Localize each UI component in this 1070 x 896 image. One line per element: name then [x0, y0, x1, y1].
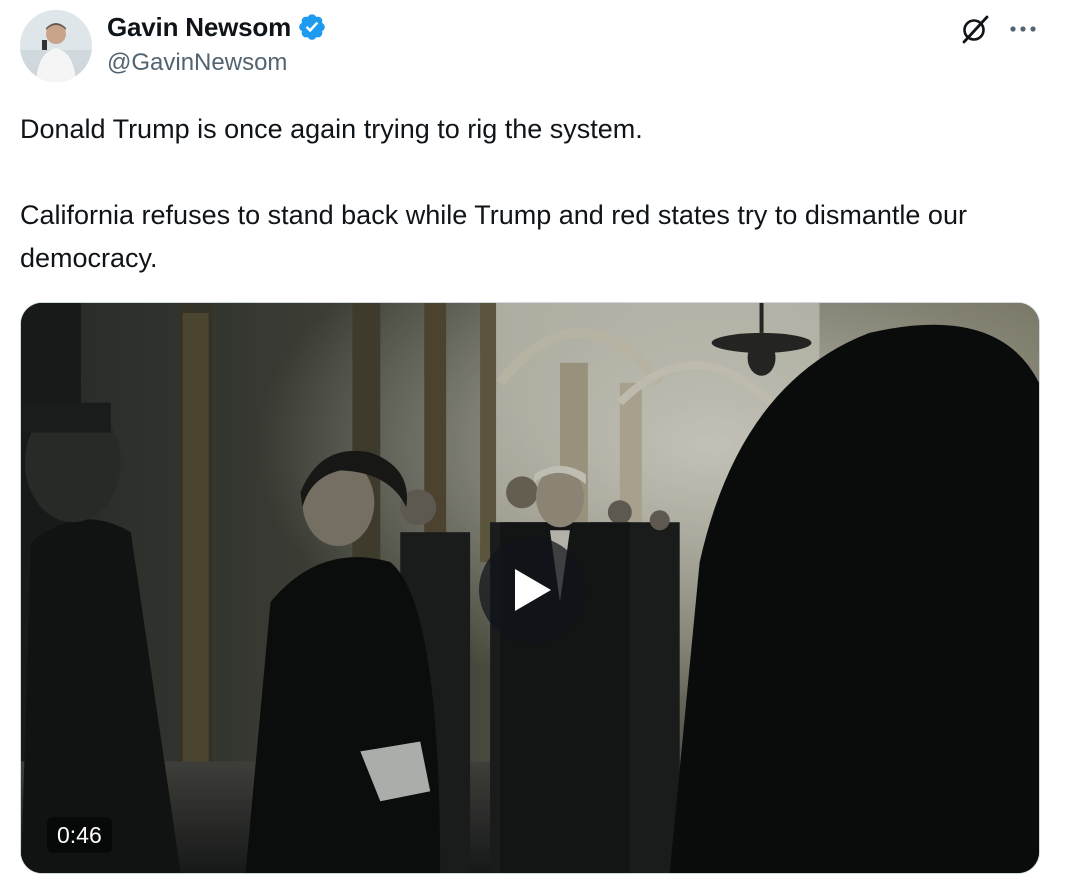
video-duration: 0:46 [47, 817, 112, 853]
grok-icon[interactable] [958, 12, 992, 46]
author-info: Gavin Newsom @GavinNewsom [107, 10, 327, 80]
tweet-paragraph-1: Donald Trump is once again trying to rig… [20, 114, 643, 144]
tweet-paragraph-2: California refuses to stand back while T… [20, 200, 967, 273]
author-name-row: Gavin Newsom [107, 10, 327, 44]
tweet-text: Donald Trump is once again trying to rig… [20, 108, 1040, 280]
more-icon[interactable] [1004, 14, 1042, 44]
avatar[interactable] [20, 10, 92, 82]
play-button[interactable] [479, 537, 585, 643]
video-player[interactable]: 0:46 [20, 302, 1040, 874]
play-icon [515, 569, 551, 611]
verified-badge-icon[interactable] [297, 12, 327, 42]
author-handle[interactable]: @GavinNewsom [107, 46, 327, 80]
author-name[interactable]: Gavin Newsom [107, 10, 291, 44]
avatar-image [20, 10, 92, 82]
